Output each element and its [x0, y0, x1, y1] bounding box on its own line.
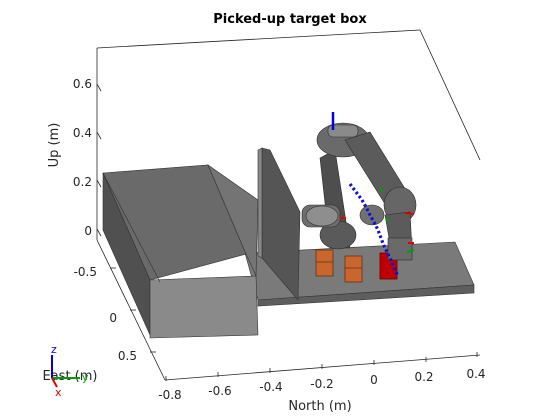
x-tick-label: 0.2: [414, 370, 433, 384]
z-tick-label: 0: [84, 224, 92, 238]
triad-x-label: x: [55, 386, 62, 399]
x-tick-label: -0.2: [310, 377, 333, 391]
left-bin: [102, 164, 259, 339]
x-tick-label: -0.6: [208, 384, 231, 398]
x-tick-label: 0: [370, 373, 378, 387]
z-tick-label: 0.6: [73, 77, 92, 91]
figure-canvas: Picked-up target box 0.6 0.4 0.2 0 Up (m…: [43, 12, 486, 414]
figure-title: Picked-up target box: [213, 12, 367, 27]
z-tick-label: 0.2: [73, 175, 92, 189]
y-axis-label: East (m): [43, 369, 98, 384]
z-tick-label: 0.4: [73, 126, 92, 140]
x-axis-label: North (m): [288, 399, 351, 414]
z-axis-label: Up (m): [47, 123, 62, 168]
box-1: [315, 249, 334, 277]
x-tick-label: -0.8: [158, 388, 181, 402]
triad-y-label: y: [82, 371, 89, 384]
triad-z-label: z: [51, 343, 57, 356]
x-tick-label: -0.4: [259, 380, 282, 394]
x-tick-label: 0.4: [466, 367, 485, 381]
y-tick-label: 0.5: [118, 349, 137, 363]
box-2: [344, 255, 363, 283]
y-tick-label: 0: [109, 311, 117, 325]
y-tick-label: -0.5: [74, 265, 97, 279]
